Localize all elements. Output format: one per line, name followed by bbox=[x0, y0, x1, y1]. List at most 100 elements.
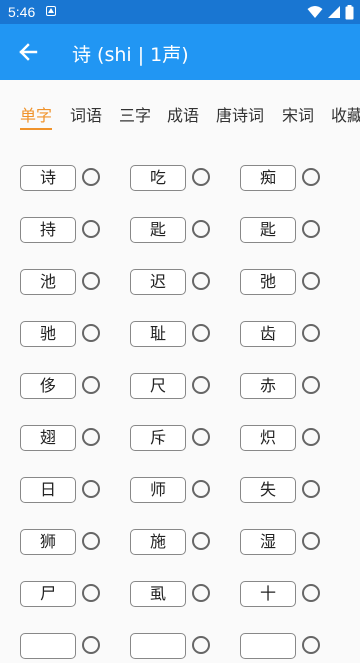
char-cell: 吃 bbox=[130, 165, 240, 195]
char-radio[interactable] bbox=[302, 584, 320, 602]
char-radio[interactable] bbox=[192, 324, 210, 342]
char-cell-partial bbox=[240, 633, 350, 663]
char-radio[interactable] bbox=[302, 428, 320, 446]
battery-icon bbox=[345, 4, 354, 19]
char-cell: 湿 bbox=[240, 529, 350, 559]
char-cell: 匙 bbox=[130, 217, 240, 247]
tab-words[interactable]: 词语 bbox=[70, 102, 102, 126]
char-button[interactable]: 匙 bbox=[240, 217, 296, 243]
char-button[interactable]: 斥 bbox=[130, 425, 186, 451]
char-button[interactable]: 驰 bbox=[20, 321, 76, 347]
arrow-back-icon bbox=[19, 43, 38, 61]
char-button[interactable]: 施 bbox=[130, 529, 186, 555]
tab-song-ci[interactable]: 宋词 bbox=[282, 102, 314, 126]
char-radio[interactable] bbox=[192, 584, 210, 602]
char-radio[interactable] bbox=[82, 584, 100, 602]
char-button[interactable]: 匙 bbox=[130, 217, 186, 243]
char-cell: 持 bbox=[20, 217, 130, 247]
char-button[interactable]: 吃 bbox=[130, 165, 186, 191]
char-cell: 匙 bbox=[240, 217, 350, 247]
char-button[interactable]: 十 bbox=[240, 581, 296, 607]
char-cell: 诗 bbox=[20, 165, 130, 195]
tab-single-char[interactable]: 单字 bbox=[20, 102, 53, 130]
char-cell: 失 bbox=[240, 477, 350, 507]
tab-favorites[interactable]: 收藏 bbox=[331, 102, 360, 126]
char-button[interactable] bbox=[130, 633, 186, 659]
char-radio[interactable] bbox=[192, 428, 210, 446]
wifi-icon bbox=[307, 6, 323, 18]
char-radio[interactable] bbox=[192, 168, 210, 186]
status-icons bbox=[307, 4, 354, 20]
char-cell: 尸 bbox=[20, 581, 130, 611]
tab-three-char[interactable]: 三字 bbox=[119, 102, 151, 126]
char-button[interactable]: 弛 bbox=[240, 269, 296, 295]
char-cell-partial bbox=[20, 633, 130, 663]
char-radio[interactable] bbox=[192, 480, 210, 498]
char-cell: 赤 bbox=[240, 373, 350, 403]
notification-icon bbox=[46, 6, 56, 16]
char-cell: 狮 bbox=[20, 529, 130, 559]
char-cell: 池 bbox=[20, 269, 130, 299]
char-radio[interactable] bbox=[192, 272, 210, 290]
char-button[interactable]: 诗 bbox=[20, 165, 76, 191]
char-button[interactable]: 湿 bbox=[240, 529, 296, 555]
char-radio[interactable] bbox=[302, 480, 320, 498]
char-radio[interactable] bbox=[82, 324, 100, 342]
char-button[interactable]: 翅 bbox=[20, 425, 76, 451]
char-button[interactable]: 迟 bbox=[130, 269, 186, 295]
char-radio[interactable] bbox=[82, 272, 100, 290]
char-button[interactable]: 失 bbox=[240, 477, 296, 503]
app-bar: 诗 (shi | 1声) bbox=[0, 24, 360, 80]
char-radio[interactable] bbox=[302, 532, 320, 550]
char-cell: 日 bbox=[20, 477, 130, 507]
char-button[interactable]: 尺 bbox=[130, 373, 186, 399]
char-cell: 齿 bbox=[240, 321, 350, 351]
char-button[interactable]: 炽 bbox=[240, 425, 296, 451]
char-radio[interactable] bbox=[302, 220, 320, 238]
char-cell: 驰 bbox=[20, 321, 130, 351]
char-radio[interactable] bbox=[82, 532, 100, 550]
char-cell: 炽 bbox=[240, 425, 350, 455]
char-radio[interactable] bbox=[302, 376, 320, 394]
char-button[interactable]: 狮 bbox=[20, 529, 76, 555]
char-radio[interactable] bbox=[82, 168, 100, 186]
signal-icon bbox=[328, 6, 340, 18]
char-button[interactable]: 尸 bbox=[20, 581, 76, 607]
tab-idioms[interactable]: 成语 bbox=[167, 102, 199, 126]
back-button[interactable] bbox=[14, 38, 42, 66]
char-radio[interactable] bbox=[192, 220, 210, 238]
char-cell: 尺 bbox=[130, 373, 240, 403]
char-cell: 斥 bbox=[130, 425, 240, 455]
char-button[interactable]: 赤 bbox=[240, 373, 296, 399]
char-button[interactable]: 池 bbox=[20, 269, 76, 295]
char-button[interactable]: 师 bbox=[130, 477, 186, 503]
char-radio[interactable] bbox=[302, 272, 320, 290]
char-cell: 痴 bbox=[240, 165, 350, 195]
category-tabs: 单字 词语 三字 成语 唐诗词 宋词 收藏 bbox=[0, 80, 360, 140]
char-button[interactable]: 痴 bbox=[240, 165, 296, 191]
char-cell: 迟 bbox=[130, 269, 240, 299]
char-radio[interactable] bbox=[192, 376, 210, 394]
char-radio[interactable] bbox=[82, 480, 100, 498]
char-radio[interactable] bbox=[82, 376, 100, 394]
char-button[interactable]: 日 bbox=[20, 477, 76, 503]
char-radio[interactable] bbox=[192, 532, 210, 550]
char-cell: 翅 bbox=[20, 425, 130, 455]
tab-tang-poems[interactable]: 唐诗词 bbox=[216, 102, 264, 126]
char-cell: 十 bbox=[240, 581, 350, 611]
char-radio[interactable] bbox=[82, 428, 100, 446]
char-radio[interactable] bbox=[302, 168, 320, 186]
char-button[interactable]: 侈 bbox=[20, 373, 76, 399]
char-cell: 虱 bbox=[130, 581, 240, 611]
char-cell: 侈 bbox=[20, 373, 130, 403]
page-title: 诗 (shi | 1声) bbox=[72, 44, 189, 66]
char-radio[interactable] bbox=[302, 324, 320, 342]
char-button[interactable]: 齿 bbox=[240, 321, 296, 347]
char-button[interactable]: 持 bbox=[20, 217, 76, 243]
char-button[interactable] bbox=[240, 633, 296, 659]
char-button[interactable]: 耻 bbox=[130, 321, 186, 347]
char-cell: 耻 bbox=[130, 321, 240, 351]
char-button[interactable] bbox=[20, 633, 76, 659]
char-radio[interactable] bbox=[82, 220, 100, 238]
char-button[interactable]: 虱 bbox=[130, 581, 186, 607]
